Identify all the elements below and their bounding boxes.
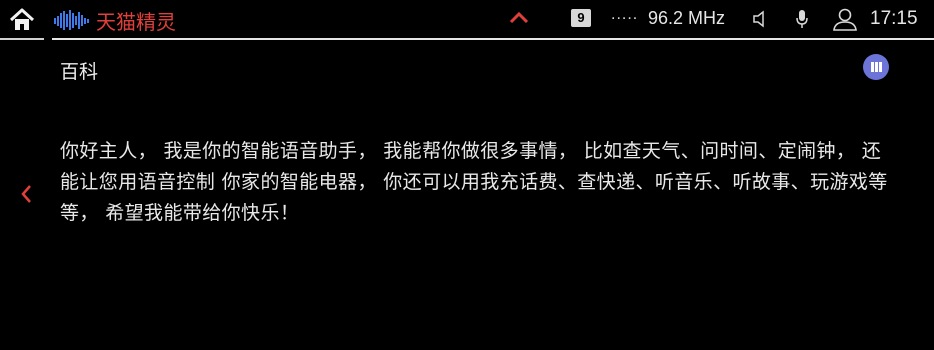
radio-frequency[interactable]: 96.2 MHz <box>648 8 725 29</box>
chevron-left-icon[interactable] <box>18 182 34 206</box>
page-title: 百科 <box>60 61 99 83</box>
speaker-icon[interactable] <box>752 10 768 28</box>
user-icon[interactable] <box>832 7 858 31</box>
home-icon[interactable] <box>8 7 36 33</box>
grid-icon[interactable] <box>863 54 889 80</box>
status-divider-left <box>0 38 44 40</box>
mic-icon[interactable] <box>795 9 809 29</box>
status-divider <box>52 38 934 40</box>
notification-badge: 9 <box>571 9 591 27</box>
status-bar: 天猫精灵 9 ..... 96.2 MHz 17:15 <box>0 0 934 40</box>
assistant-message: 你好主人， 我是你的智能语音助手， 我能帮你做很多事情， 比如查天气、问时间、定… <box>60 140 888 224</box>
clock: 17:15 <box>870 8 918 29</box>
signal-strength: ..... <box>611 6 639 23</box>
app-title: 天猫精灵 <box>96 10 176 34</box>
tmall-genie-logo <box>54 8 90 32</box>
chevron-up-icon[interactable] <box>508 9 530 27</box>
